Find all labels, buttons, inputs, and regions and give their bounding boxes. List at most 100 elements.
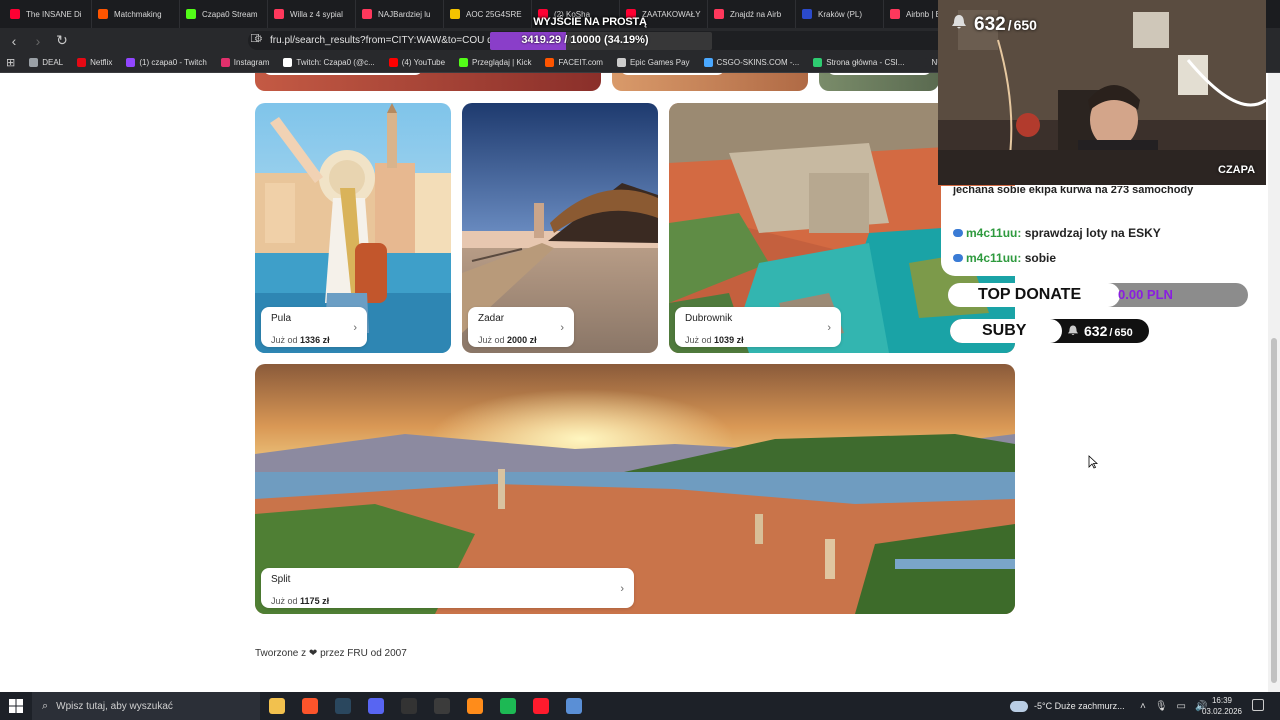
- footer-text: Tworzone z ❤ przez FRU od 2007: [255, 648, 407, 659]
- search-icon: ⌕: [42, 699, 49, 712]
- browser-tab[interactable]: Czapa0 Stream: [180, 0, 268, 28]
- bookmark-favicon-icon: [388, 58, 398, 67]
- bookmark-item[interactable]: FACEIT.com: [545, 58, 603, 67]
- chevron-right-icon: ›: [620, 583, 624, 595]
- destination-card-pula[interactable]: Pula Już od 1336 zł ›: [255, 103, 451, 353]
- bookmark-label: CSGO-SKINS.COM -...: [716, 58, 800, 67]
- top-donate-label: TOP DONATE: [948, 283, 1120, 307]
- chevron-up-icon[interactable]: ˄: [1140, 701, 1146, 712]
- top-donate-amount: 0.00 PLN: [1118, 287, 1173, 302]
- taskbar-app[interactable]: [359, 692, 392, 720]
- epic-games-icon: [400, 698, 417, 714]
- network-icon[interactable]: ▭: [1177, 701, 1186, 712]
- tab-favicon-icon: [890, 9, 900, 19]
- bookmark-label: (1) czapa0 - Twitch: [139, 58, 207, 67]
- price-value: 1175 zł: [300, 596, 330, 606]
- bookmark-item[interactable]: (1) czapa0 - Twitch: [126, 58, 207, 67]
- notification-icon[interactable]: [1252, 699, 1264, 711]
- tab-label: NAJBardziej lu: [378, 9, 431, 19]
- taskbar-search[interactable]: ⌕ Wpisz tutaj, aby wyszukać: [32, 692, 260, 720]
- bookmark-favicon-icon: [220, 58, 230, 67]
- tab-favicon-icon: [450, 9, 460, 19]
- tab-favicon-icon: [10, 9, 20, 19]
- taskbar-app[interactable]: [392, 692, 425, 720]
- tab-label: Matchmaking: [114, 9, 162, 19]
- bookmark-item[interactable]: Epic Games Pay: [616, 58, 690, 67]
- sub-max: 650: [1114, 327, 1133, 339]
- price-value: 1336 zł: [300, 335, 330, 345]
- chat-box: jechana sobie ekipa kurwa na 273 samocho…: [941, 186, 1263, 276]
- discord-icon: [367, 698, 384, 714]
- goal-title: WYJŚCIE NA PROSTĄ: [533, 16, 647, 28]
- bookmark-item[interactable]: DEAL: [29, 58, 63, 67]
- taskbar-app[interactable]: [491, 692, 524, 720]
- bookmark-icon[interactable]: ☐: [250, 32, 260, 45]
- taskbar-app[interactable]: [524, 692, 557, 720]
- top-donate-widget: TOP DONATE 0.00 PLN: [948, 283, 1248, 307]
- apps-grid-icon[interactable]: ⊞: [6, 56, 15, 69]
- bookmark-favicon-icon: [616, 58, 626, 67]
- destination-label-split[interactable]: Split Już od 1175 zł ›: [261, 568, 634, 608]
- destination-card-zadar[interactable]: Zadar Już od 2000 zł ›: [462, 103, 658, 353]
- chat-text: sobie: [1024, 251, 1057, 265]
- scrollbar-thumb[interactable]: [1271, 338, 1277, 683]
- microphone-icon[interactable]: 🎙: [1155, 701, 1168, 712]
- taskbar-app[interactable]: [425, 692, 458, 720]
- taskbar-app[interactable]: [326, 692, 359, 720]
- tab-favicon-icon: [274, 9, 284, 19]
- destination-label-zadar[interactable]: Zadar Już od 2000 zł ›: [468, 307, 574, 347]
- bell-icon: [952, 15, 966, 29]
- bookmark-label: Twitch: Czapa0 (@c...: [296, 58, 375, 67]
- taskbar-app[interactable]: [557, 692, 590, 720]
- browser-tab[interactable]: Willa z 4 sypial: [268, 0, 356, 28]
- destination-card-partial[interactable]: [819, 73, 939, 91]
- chevron-right-icon: ›: [560, 322, 564, 334]
- clock-date: 03.02.2026: [1201, 707, 1243, 716]
- tab-label: Kraków (PL): [818, 9, 863, 19]
- chevron-right-icon: ›: [827, 322, 831, 334]
- tab-favicon-icon: [362, 9, 372, 19]
- destination-city: Split: [271, 574, 291, 585]
- destination-card-split[interactable]: Split Już od 1175 zł ›: [255, 364, 1015, 614]
- destination-card-partial[interactable]: [612, 73, 808, 91]
- taskbar-app[interactable]: [293, 692, 326, 720]
- browser-tab[interactable]: NAJBardziej lu: [356, 0, 444, 28]
- bookmark-item[interactable]: Strona główna - CSI...: [813, 58, 904, 67]
- sub-count: 632: [974, 14, 1006, 35]
- windows-logo-icon: [9, 699, 23, 713]
- bookmark-item[interactable]: Netflix: [77, 58, 112, 67]
- browser-tab[interactable]: Kraków (PL): [796, 0, 884, 28]
- subs-value: 632 / 650: [1084, 323, 1133, 339]
- ableton-icon: [466, 698, 483, 714]
- browser-tab[interactable]: The INSANE Di: [4, 0, 92, 28]
- bookmark-item[interactable]: CSGO-SKINS.COM -...: [703, 58, 800, 67]
- steam-icon: [334, 698, 351, 714]
- windows-taskbar: ⌕ Wpisz tutaj, aby wyszukać -5°C Duże za…: [0, 692, 1280, 720]
- destination-city: Pula: [271, 313, 292, 324]
- bookmark-item[interactable]: Instagram: [220, 58, 269, 67]
- destination-card-partial[interactable]: [255, 73, 601, 91]
- start-button[interactable]: [0, 692, 32, 720]
- tab-label: Willa z 4 sypial: [290, 9, 343, 19]
- bookmark-item[interactable]: (4) YouTube: [388, 58, 445, 67]
- bookmark-favicon-icon: [459, 58, 469, 67]
- weather-widget[interactable]: -5°C Duże zachmurz...: [1010, 692, 1125, 720]
- browser-tab[interactable]: Matchmaking: [92, 0, 180, 28]
- taskbar-clock[interactable]: 16:39 03.02.2026: [1200, 695, 1244, 717]
- destination-label-dubrownik[interactable]: Dubrownik Już od 1039 zł ›: [675, 307, 841, 347]
- subs-label: SUBY: [950, 319, 1062, 343]
- taskbar-app[interactable]: [458, 692, 491, 720]
- destination-label-pula[interactable]: Pula Już od 1336 zł ›: [261, 307, 367, 347]
- taskbar-app[interactable]: [260, 692, 293, 720]
- browser-tab[interactable]: Znajdź na Airb: [708, 0, 796, 28]
- bookmark-item[interactable]: Twitch: Czapa0 (@c...: [283, 58, 375, 67]
- back-icon[interactable]: ‹: [4, 31, 24, 51]
- file-explorer-icon: [268, 698, 285, 714]
- tab-favicon-icon: [186, 9, 196, 19]
- bookmark-favicon-icon: [29, 58, 39, 67]
- forward-icon[interactable]: ›: [28, 31, 48, 51]
- page-scrollbar[interactable]: [1268, 73, 1280, 692]
- reload-icon[interactable]: ↻: [52, 31, 72, 51]
- bookmark-item[interactable]: Przeglądaj | Kick: [459, 58, 531, 67]
- chat-badge-icon: [953, 254, 963, 262]
